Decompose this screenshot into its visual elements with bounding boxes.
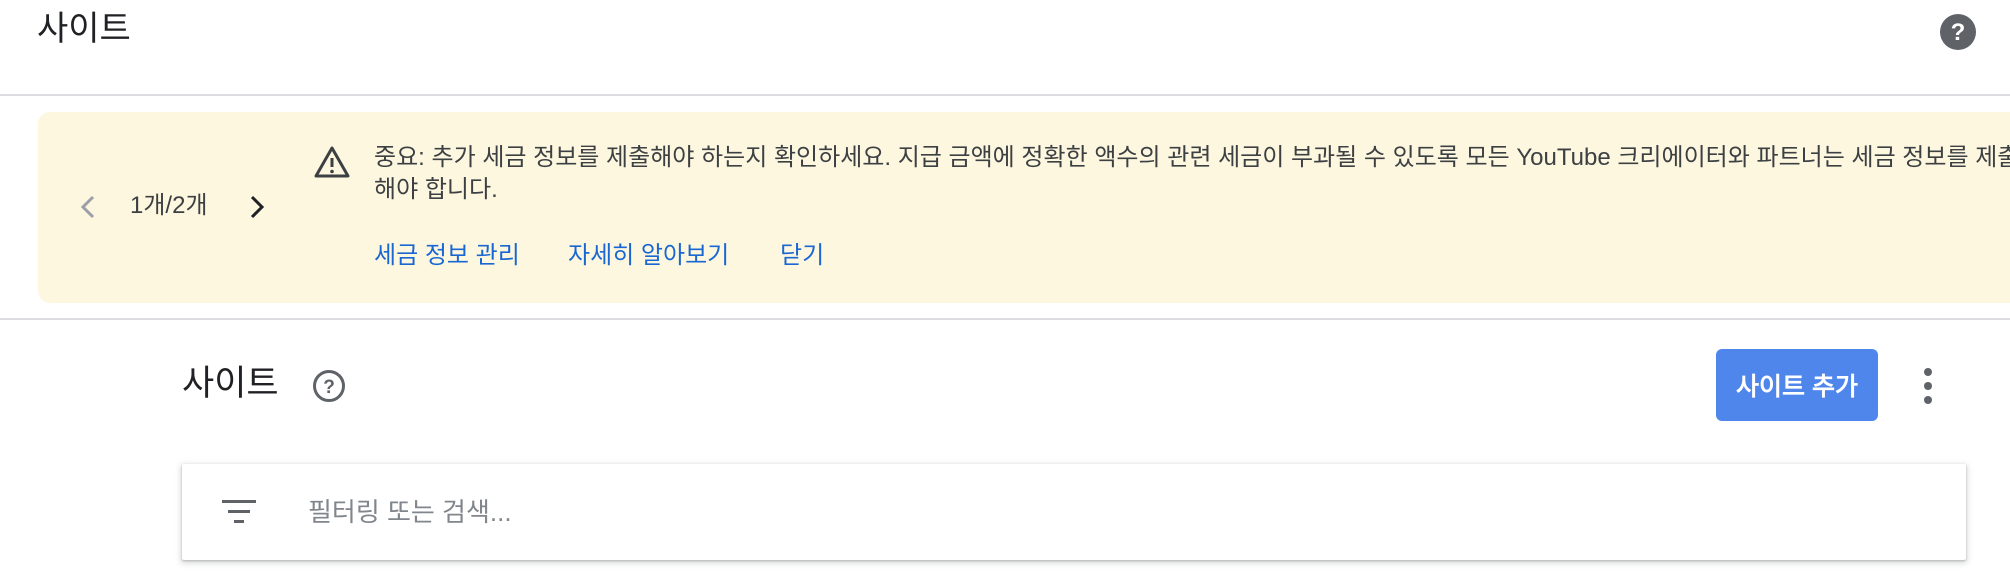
warning-triangle-icon (314, 146, 350, 178)
filter-search-input[interactable] (308, 486, 1928, 538)
page-title: 사이트 (37, 10, 131, 48)
add-site-button[interactable]: 사이트 추가 (1716, 349, 1878, 421)
close-banner-link[interactable]: 닫기 (780, 240, 824, 272)
chevron-right-icon[interactable] (243, 191, 271, 223)
svg-text:?: ? (1951, 19, 1966, 46)
sites-section-title: 사이트 (182, 364, 279, 403)
learn-more-link[interactable]: 자세히 알아보기 (568, 240, 729, 272)
banner-message: 중요: 추가 세금 정보를 제출해야 하는지 확인하세요. 지급 금액에 정확한… (374, 144, 2010, 203)
filter-list-icon[interactable] (220, 498, 258, 526)
help-outline-icon[interactable]: ? (312, 369, 346, 403)
more-vert-icon[interactable] (1910, 364, 1946, 408)
svg-text:?: ? (323, 377, 335, 398)
tax-info-banner (38, 112, 2010, 303)
help-filled-icon[interactable]: ? (1938, 12, 1978, 52)
chevron-left-icon[interactable] (74, 191, 102, 223)
banner-divider (0, 318, 2010, 320)
header-divider (0, 94, 2010, 96)
page: 사이트 ? 1개/2개 중요: 추가 세금 정보를 제출해야 하는지 확인하세요… (0, 0, 2010, 580)
manage-tax-info-link[interactable]: 세금 정보 관리 (374, 240, 520, 272)
banner-pager-count: 1개/2개 (130, 192, 208, 219)
